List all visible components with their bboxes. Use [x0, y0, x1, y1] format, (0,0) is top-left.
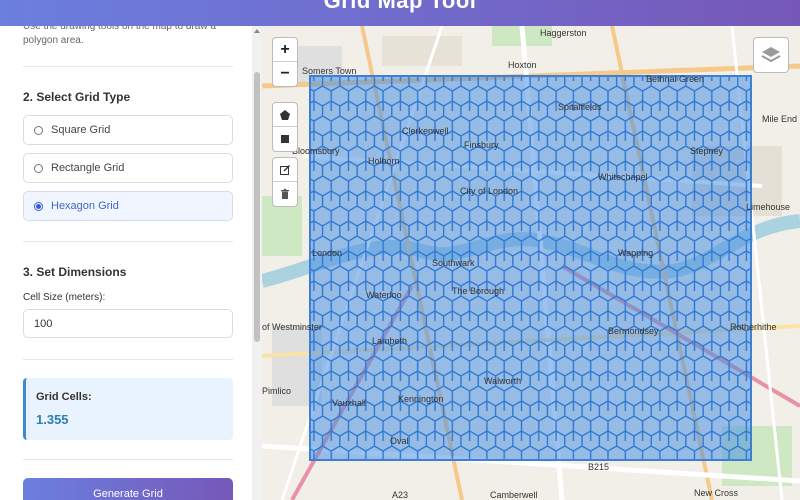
- map-label: Finsbury: [464, 140, 499, 150]
- map-label: Hoxton: [508, 60, 537, 70]
- map-label: Oval: [390, 436, 409, 446]
- layers-icon: [761, 47, 781, 63]
- square-grid-label: Square Grid: [51, 124, 111, 136]
- hexagon-grid-option[interactable]: Hexagon Grid: [23, 191, 233, 221]
- grid-type-title: 2. Select Grid Type: [23, 90, 131, 104]
- map-label: London: [312, 248, 343, 258]
- sidebar-scrollbar[interactable]: [252, 26, 262, 500]
- map-label: Whitechapel: [598, 172, 648, 182]
- scrollbar-thumb[interactable]: [254, 72, 260, 342]
- square-grid-option[interactable]: Square Grid: [23, 115, 233, 145]
- draw-hint-line-1: Use the drawing tools on the map to draw…: [23, 26, 216, 32]
- map-label: Bethnal Green: [646, 74, 705, 84]
- map-label: New Cross: [694, 488, 739, 498]
- map-label: Bermondsey: [608, 326, 659, 336]
- map-label: Stepney: [690, 146, 724, 156]
- draw-hint-line-2: polygon area.: [23, 35, 84, 46]
- map-label: Walworth: [484, 376, 522, 386]
- grid-cells-stat: Grid Cells: 1.355: [23, 378, 233, 440]
- map-label: Clerkenwell: [402, 126, 449, 136]
- map-label: Camberwell: [490, 490, 538, 500]
- draw-toolbar: [272, 102, 298, 152]
- trash-icon[interactable]: [273, 182, 297, 206]
- zoom-out-button[interactable]: −: [273, 62, 297, 86]
- zoom-in-button[interactable]: +: [273, 38, 297, 62]
- app-header: Grid Map Tool: [0, 0, 800, 26]
- divider: [23, 66, 233, 67]
- draw-rectangle-icon[interactable]: [273, 127, 297, 151]
- draw-polygon-icon[interactable]: [273, 103, 297, 127]
- sidebar-content: Use the drawing tools on the map to draw…: [6, 26, 252, 500]
- map-label: Lambeth: [372, 336, 408, 346]
- map-label: Rotherhithe: [730, 322, 777, 332]
- generate-grid-button[interactable]: Generate Grid: [23, 478, 233, 500]
- rectangle-grid-radio[interactable]: [34, 163, 43, 173]
- divider: [23, 359, 233, 360]
- map-label: City of London: [460, 186, 519, 196]
- map-label: B215: [588, 462, 610, 472]
- app-title: Grid Map Tool: [323, 0, 477, 13]
- map-label: Wapping: [618, 248, 654, 258]
- map-label: Southwark: [432, 258, 475, 268]
- map-label: Holborn: [368, 156, 400, 166]
- map-label: A23: [392, 490, 409, 500]
- map-label: Haggerston: [540, 28, 587, 38]
- rectangle-grid-option[interactable]: Rectangle Grid: [23, 153, 233, 183]
- map-label: Spitalfields: [558, 102, 602, 112]
- cell-size-input[interactable]: [23, 309, 233, 338]
- hexagon-grid-radio[interactable]: [34, 201, 43, 211]
- divider: [23, 459, 233, 460]
- scroll-up-arrow-icon[interactable]: [254, 29, 260, 33]
- app-window: Grid Map Tool Use the drawing tools on t…: [0, 0, 800, 500]
- map-label: Bloomsbury: [292, 146, 340, 156]
- map-label: of Westminster: [262, 322, 322, 332]
- edit-layers-icon[interactable]: [273, 158, 297, 182]
- zoom-control: + −: [272, 37, 298, 87]
- grid-cells-label: Grid Cells:: [36, 391, 92, 403]
- map-label: Mile End: [762, 114, 798, 124]
- dimensions-title: 3. Set Dimensions: [23, 265, 127, 279]
- map-view[interactable]: Haggerston Hoxton Bethnal Green Mile End…: [262, 26, 800, 500]
- grid-cells-value: 1.355: [36, 412, 69, 427]
- sidebar: Use the drawing tools on the map to draw…: [6, 26, 262, 500]
- map-label: The Borough: [452, 286, 505, 296]
- map-label: Pimlico: [262, 386, 292, 396]
- rectangle-grid-label: Rectangle Grid: [51, 162, 125, 174]
- map-label: Somers Town: [302, 66, 357, 76]
- map-label: Kennington: [398, 394, 444, 404]
- edit-toolbar: [272, 157, 298, 207]
- cell-size-label: Cell Size (meters):: [23, 292, 106, 303]
- map-tiles: [262, 26, 800, 500]
- square-grid-radio[interactable]: [34, 125, 43, 135]
- hexagon-grid-label: Hexagon Grid: [51, 200, 119, 212]
- map-label: Limehouse: [746, 202, 791, 212]
- map-label: Vauxhall: [332, 398, 366, 408]
- layers-button[interactable]: [753, 37, 789, 73]
- map-label: Waterloo: [366, 290, 402, 300]
- divider: [23, 241, 233, 242]
